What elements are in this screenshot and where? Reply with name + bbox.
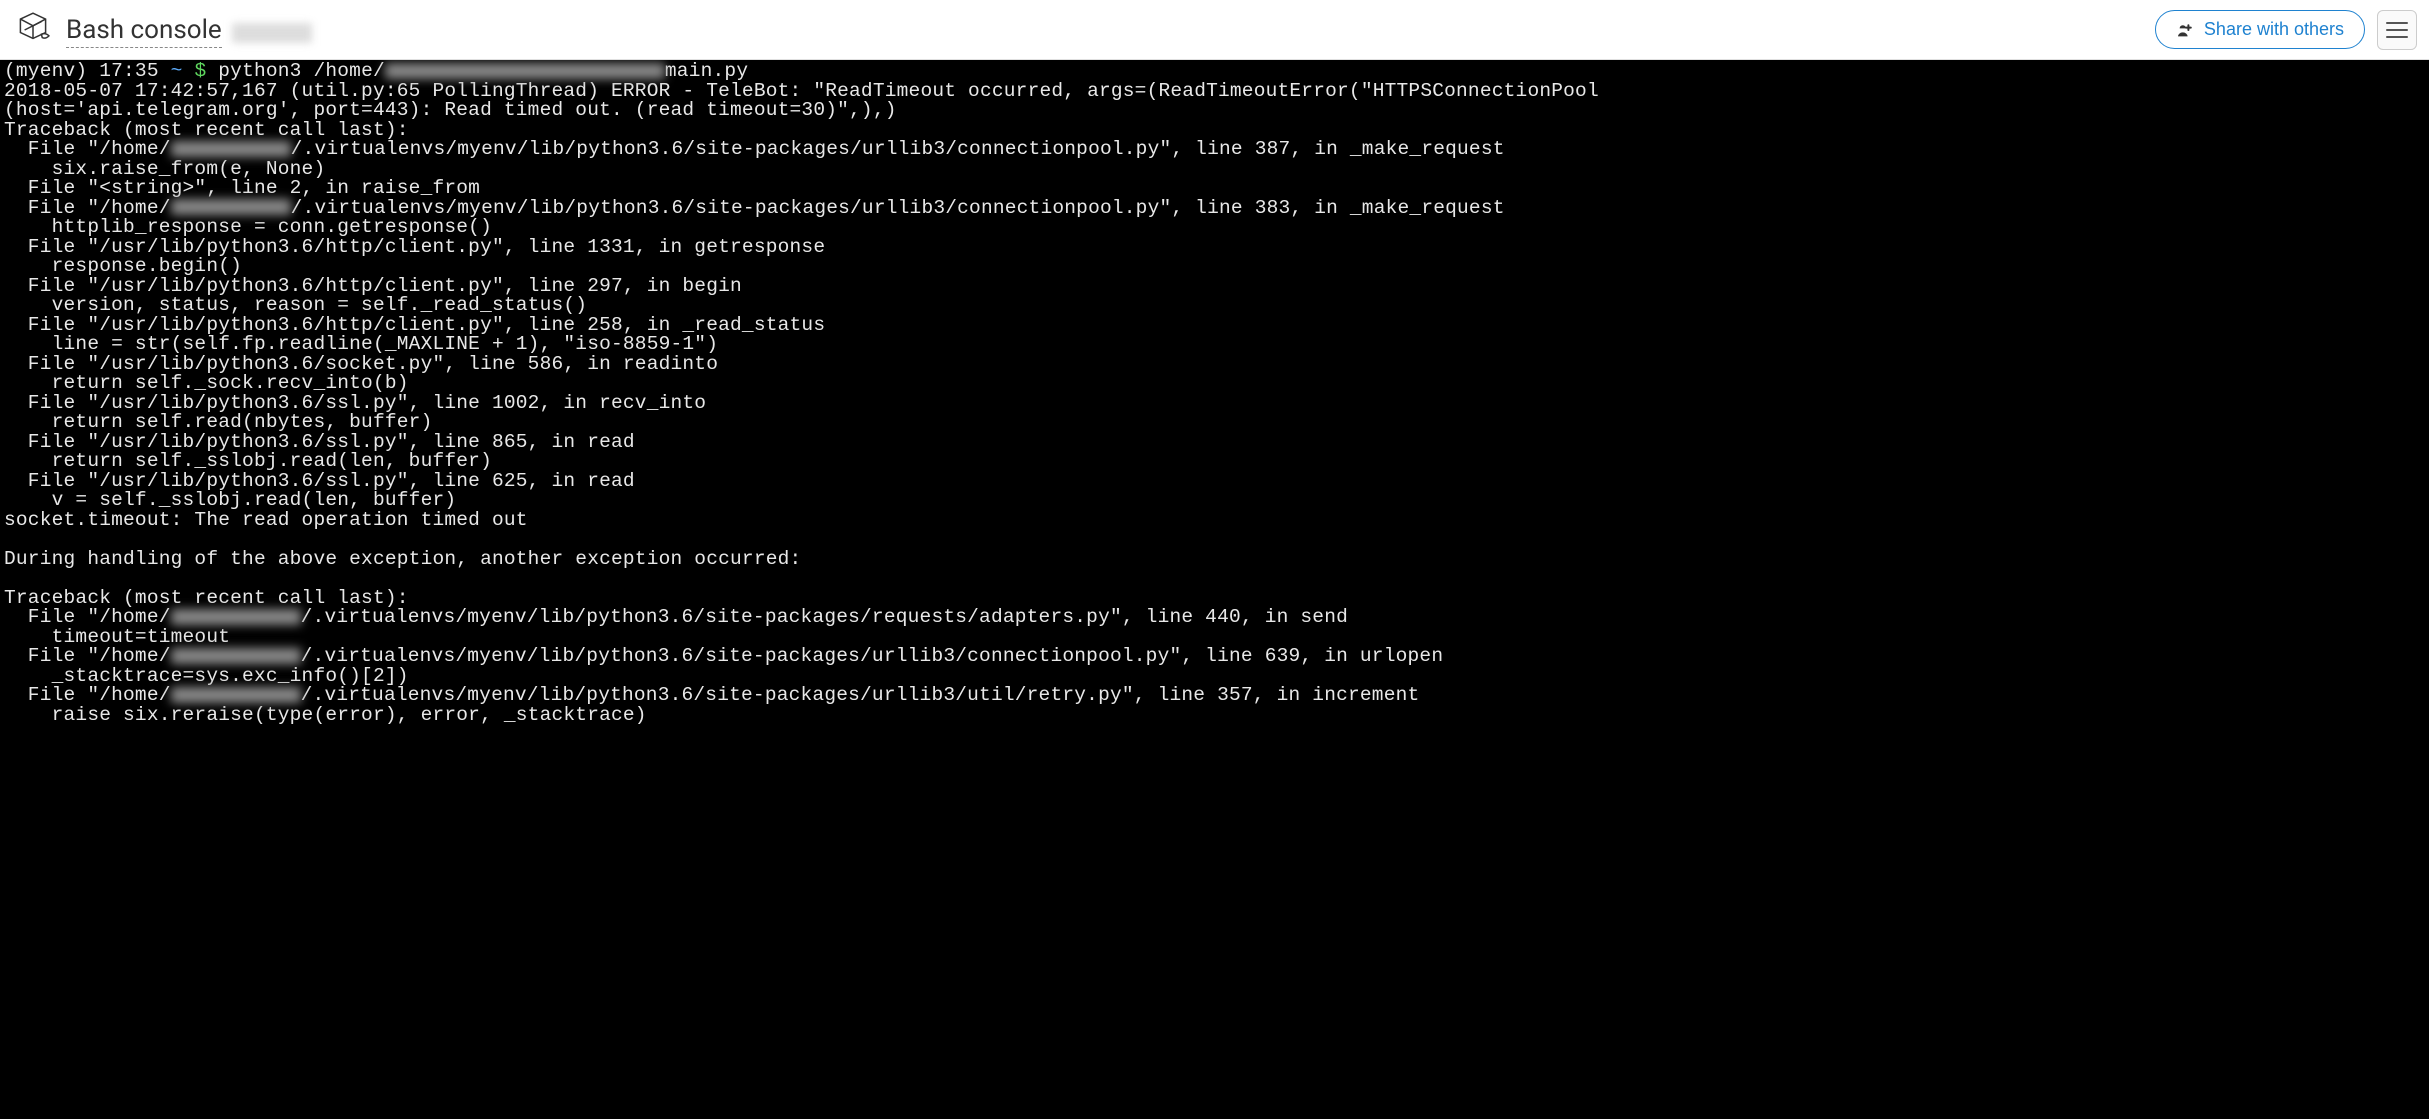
redacted-user	[171, 199, 291, 215]
redacted-user	[171, 609, 301, 625]
console-output[interactable]: (myenv) 17:35 ~ $ python3 /home/main.py …	[0, 60, 2429, 1119]
header-right: Share with others	[2155, 10, 2417, 50]
redacted-path	[385, 63, 665, 79]
redacted-user	[171, 648, 301, 664]
redacted-user	[171, 141, 291, 157]
menu-button[interactable]	[2377, 10, 2417, 50]
logo-icon[interactable]	[12, 9, 54, 51]
console-line: /.virtualenvs/myenv/lib/python3.6/site-p…	[301, 645, 1444, 667]
hamburger-icon	[2386, 22, 2408, 38]
page-title-wrap: Bash console	[66, 15, 312, 45]
share-icon	[2176, 22, 2196, 38]
console-line: /.virtualenvs/myenv/lib/python3.6/site-p…	[301, 606, 1348, 628]
header-bar: Bash console Share with others	[0, 0, 2429, 60]
console-line: /.virtualenvs/myenv/lib/python3.6/site-p…	[291, 138, 1505, 160]
console-line: raise six.reraise(type(error), error, _s…	[4, 704, 647, 726]
console-line: During handling of the above exception, …	[4, 548, 801, 570]
page-title[interactable]: Bash console	[66, 15, 222, 48]
header-left: Bash console	[12, 9, 312, 51]
console-line: socket.timeout: The read operation timed…	[4, 509, 528, 531]
title-redacted	[232, 23, 312, 43]
share-button[interactable]: Share with others	[2155, 10, 2365, 49]
share-label: Share with others	[2204, 19, 2344, 40]
redacted-user	[171, 687, 301, 703]
